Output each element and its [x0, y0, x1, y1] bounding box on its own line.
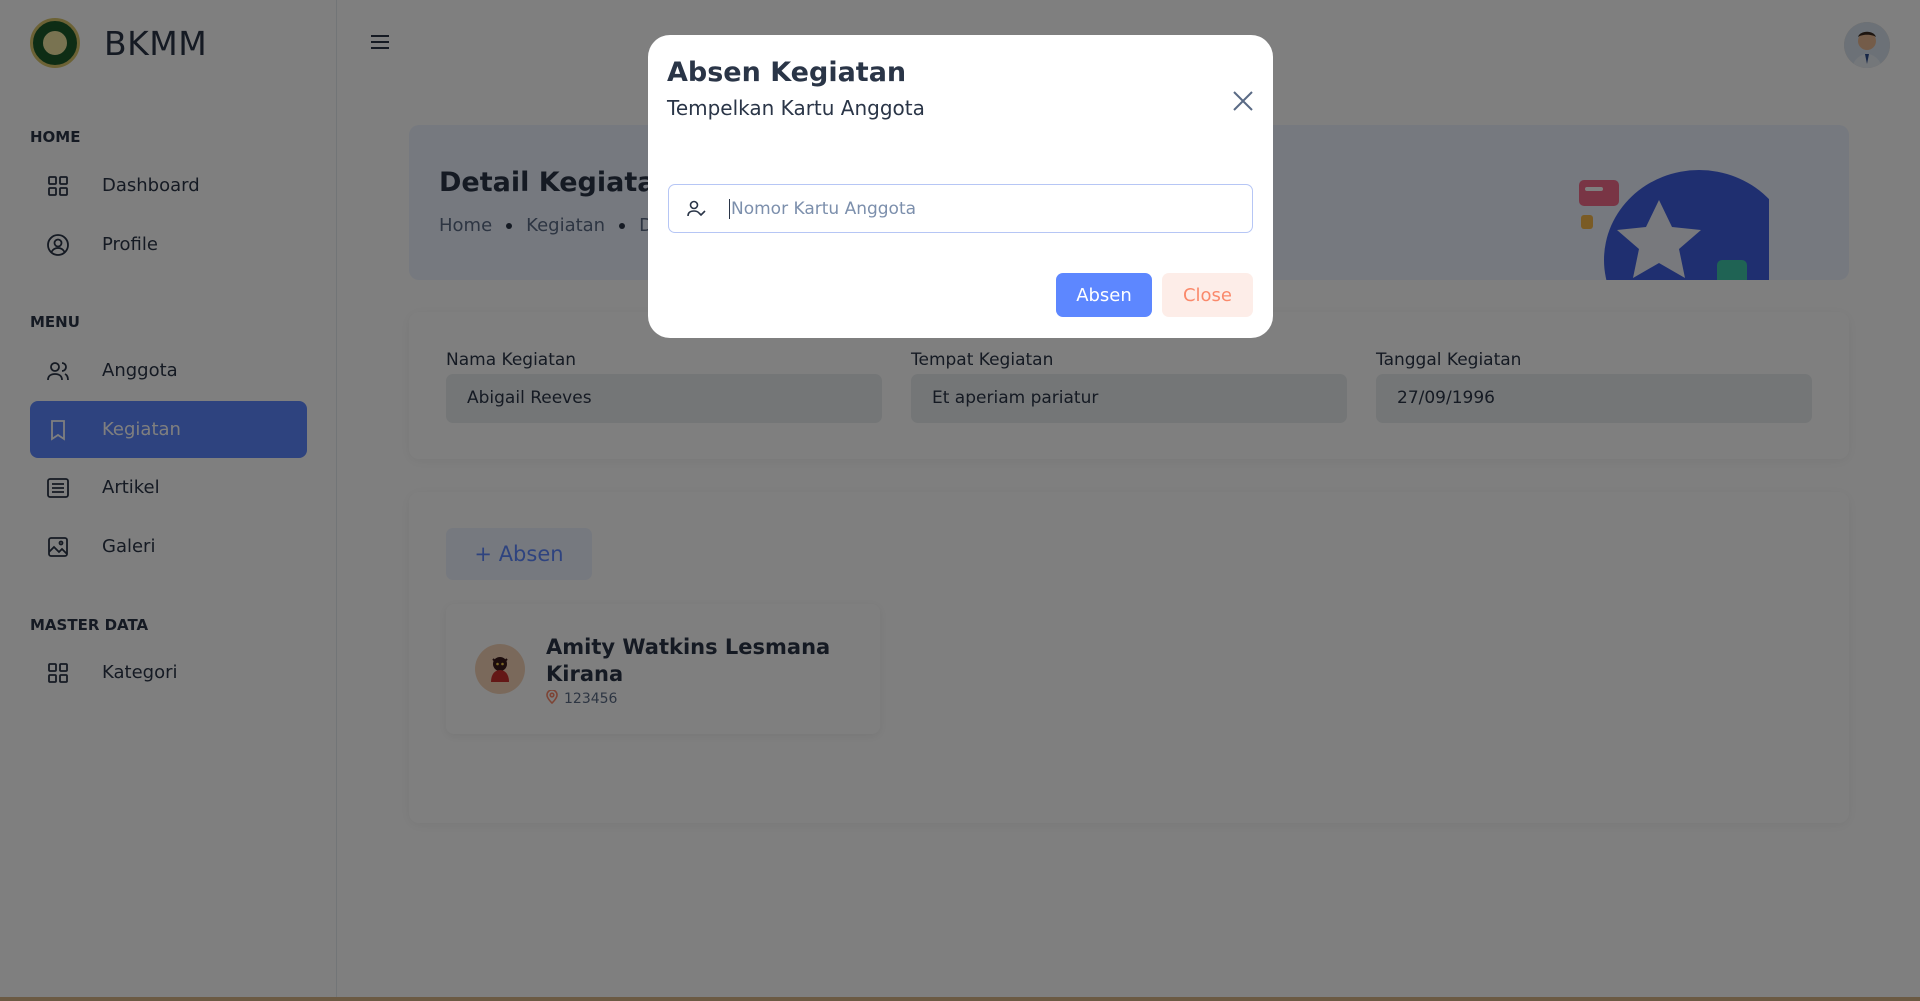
- close-icon[interactable]: [1230, 88, 1256, 114]
- close-button[interactable]: Close: [1162, 273, 1253, 317]
- user-check-icon: [687, 199, 709, 219]
- absen-modal: Absen Kegiatan Tempelkan Kartu Anggota A…: [648, 35, 1273, 338]
- card-number-input[interactable]: [729, 198, 1209, 219]
- bottom-edge: [0, 997, 1920, 1001]
- absen-button[interactable]: Absen: [1056, 273, 1152, 317]
- modal-title: Absen Kegiatan: [667, 57, 907, 88]
- card-number-field[interactable]: [668, 184, 1253, 233]
- modal-subtitle: Tempelkan Kartu Anggota: [667, 96, 925, 120]
